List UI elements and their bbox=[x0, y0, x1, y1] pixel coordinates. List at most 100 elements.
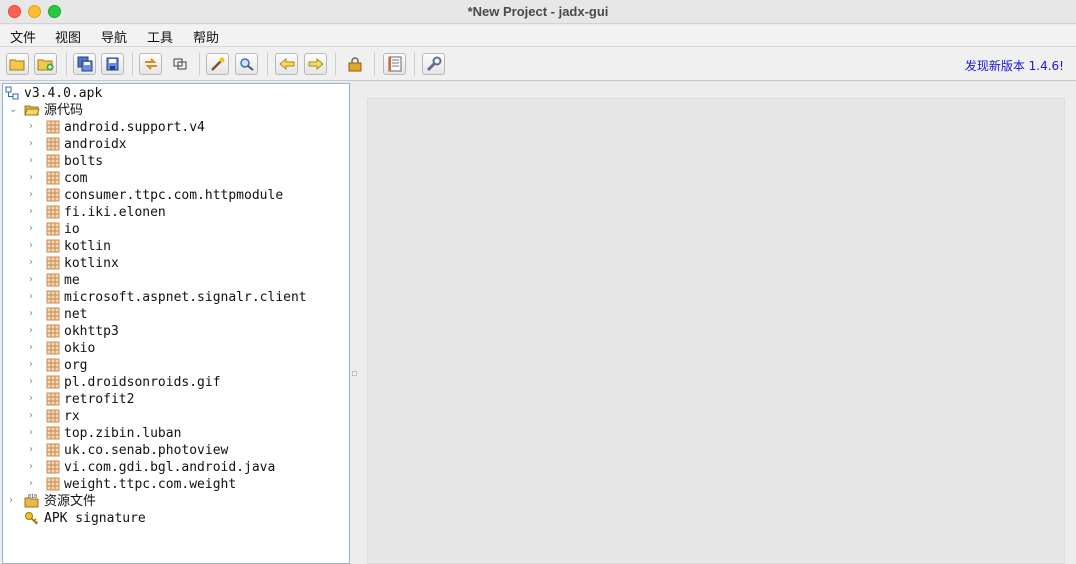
export-button[interactable] bbox=[101, 53, 124, 75]
tree-package-node[interactable]: › okio bbox=[3, 340, 349, 357]
tree-node-label: uk.co.senab.photoview bbox=[64, 443, 229, 458]
expand-chevron-icon[interactable]: › bbox=[29, 172, 39, 184]
tree-node-label: com bbox=[64, 171, 88, 186]
tree-node-label: me bbox=[64, 273, 80, 288]
package-icon bbox=[46, 239, 60, 253]
expand-chevron-icon[interactable]: › bbox=[29, 291, 39, 303]
tree-node-sources[interactable]: ⌄ 源代码 bbox=[3, 102, 349, 119]
menu-view[interactable]: 视图 bbox=[55, 27, 81, 46]
tree-node-label: bolts bbox=[64, 154, 104, 169]
split-pane-divider[interactable] bbox=[350, 83, 360, 564]
tree-node-label: pl.droidsonroids.gif bbox=[64, 375, 221, 390]
tree-package-node[interactable]: › androidx bbox=[3, 136, 349, 153]
back-icon bbox=[279, 57, 295, 71]
expand-chevron-icon[interactable]: › bbox=[29, 325, 39, 337]
package-icon bbox=[46, 120, 60, 134]
flatten-packages-button[interactable] bbox=[168, 53, 191, 75]
package-icon bbox=[46, 171, 60, 185]
tree-node-label: consumer.ttpc.com.httpmodule bbox=[64, 188, 284, 203]
expand-chevron-icon[interactable]: › bbox=[29, 155, 39, 167]
package-icon bbox=[46, 324, 60, 338]
tree-package-node[interactable]: › me bbox=[3, 272, 349, 289]
sync-button[interactable] bbox=[139, 53, 162, 75]
open-file-button[interactable] bbox=[6, 53, 29, 75]
expand-chevron-icon[interactable]: › bbox=[29, 223, 39, 235]
tree-package-node[interactable]: › kotlin bbox=[3, 238, 349, 255]
tree-node-resources[interactable]: › 010 资源文件 bbox=[3, 493, 349, 510]
tree-package-node[interactable]: › vi.com.gdi.bgl.android.java bbox=[3, 459, 349, 476]
tree-package-node[interactable]: › microsoft.aspnet.signalr.client bbox=[3, 289, 349, 306]
expand-chevron-icon[interactable]: › bbox=[29, 393, 39, 405]
menu-help[interactable]: 帮助 bbox=[193, 27, 219, 46]
tree-package-node[interactable]: › kotlinx bbox=[3, 255, 349, 272]
tree-node-apk-signature[interactable]: APK signature bbox=[3, 510, 349, 527]
tree-package-node[interactable]: › net bbox=[3, 306, 349, 323]
preferences-icon bbox=[426, 56, 442, 72]
log-viewer-button[interactable] bbox=[383, 53, 406, 75]
save-all-button[interactable] bbox=[73, 53, 96, 75]
expand-chevron-icon[interactable]: › bbox=[29, 410, 39, 422]
expand-chevron-icon[interactable]: › bbox=[29, 308, 39, 320]
tree-package-node[interactable]: › weight.ttpc.com.weight bbox=[3, 476, 349, 493]
deobfuscation-button[interactable] bbox=[343, 53, 366, 75]
tree-package-node[interactable]: › consumer.ttpc.com.httpmodule bbox=[3, 187, 349, 204]
expand-chevron-icon[interactable]: › bbox=[29, 257, 39, 269]
expand-chevron-icon[interactable]: › bbox=[29, 342, 39, 354]
decompile-all-icon bbox=[211, 57, 225, 71]
package-icon bbox=[46, 460, 60, 474]
collapse-chevron-icon[interactable]: ⌄ bbox=[9, 104, 19, 116]
tree-package-node[interactable]: › fi.iki.elonen bbox=[3, 204, 349, 221]
decompile-all-button[interactable] bbox=[206, 53, 229, 75]
tree-package-node[interactable]: › org bbox=[3, 357, 349, 374]
tree-node-label: io bbox=[64, 222, 80, 237]
tree-root-apk[interactable]: v3.4.0.apk bbox=[3, 85, 349, 102]
search-button[interactable] bbox=[235, 53, 258, 75]
tree-package-node[interactable]: › io bbox=[3, 221, 349, 238]
expand-chevron-icon[interactable]: › bbox=[29, 240, 39, 252]
tree-package-node[interactable]: › top.zibin.luban bbox=[3, 425, 349, 442]
preferences-button[interactable] bbox=[422, 53, 445, 75]
toolbar: 发现新版本 1.4.6! bbox=[0, 47, 1076, 81]
expand-chevron-icon[interactable]: › bbox=[29, 461, 39, 473]
key-icon bbox=[24, 511, 39, 525]
tree-package-node[interactable]: › retrofit2 bbox=[3, 391, 349, 408]
expand-chevron-icon[interactable]: › bbox=[9, 495, 19, 507]
expand-chevron-icon[interactable]: › bbox=[29, 478, 39, 490]
update-available-link[interactable]: 发现新版本 1.4.6! bbox=[965, 57, 1064, 74]
expand-chevron-icon[interactable]: › bbox=[29, 444, 39, 456]
expand-chevron-icon[interactable]: › bbox=[29, 376, 39, 388]
tree-node-label: top.zibin.luban bbox=[64, 426, 182, 441]
expand-chevron-icon[interactable]: › bbox=[29, 274, 39, 286]
log-viewer-icon bbox=[388, 56, 402, 72]
expand-chevron-icon[interactable]: › bbox=[29, 138, 39, 150]
add-files-button[interactable] bbox=[34, 53, 57, 75]
tree-package-node[interactable]: › uk.co.senab.photoview bbox=[3, 442, 349, 459]
tree-package-node[interactable]: › com bbox=[3, 170, 349, 187]
save-all-icon bbox=[77, 56, 93, 72]
flatten-packages-icon bbox=[173, 58, 187, 70]
package-icon bbox=[46, 443, 60, 457]
splitter-handle[interactable] bbox=[352, 371, 357, 376]
tree-package-node[interactable]: › pl.droidsonroids.gif bbox=[3, 374, 349, 391]
editor-empty-pane bbox=[367, 98, 1065, 564]
expand-chevron-icon[interactable]: › bbox=[29, 121, 39, 133]
expand-chevron-icon[interactable]: › bbox=[29, 427, 39, 439]
forward-button[interactable] bbox=[304, 53, 327, 75]
add-files-icon bbox=[37, 59, 54, 71]
menu-tools[interactable]: 工具 bbox=[147, 27, 173, 46]
tree-package-node[interactable]: › okhttp3 bbox=[3, 323, 349, 340]
expand-chevron-icon[interactable]: › bbox=[29, 359, 39, 371]
menu-file[interactable]: 文件 bbox=[10, 27, 36, 46]
title-bar: *New Project - jadx-gui bbox=[0, 0, 1076, 24]
expand-chevron-icon[interactable]: › bbox=[29, 206, 39, 218]
tree-node-label: vi.com.gdi.bgl.android.java bbox=[64, 460, 276, 475]
tree-node-label: okhttp3 bbox=[64, 324, 119, 339]
tree-package-node[interactable]: › android.support.v4 bbox=[3, 119, 349, 136]
package-icon bbox=[46, 409, 60, 423]
menu-navigation[interactable]: 导航 bbox=[101, 27, 127, 46]
tree-package-node[interactable]: › bolts bbox=[3, 153, 349, 170]
tree-package-node[interactable]: › rx bbox=[3, 408, 349, 425]
expand-chevron-icon[interactable]: › bbox=[29, 189, 39, 201]
back-button[interactable] bbox=[275, 53, 298, 75]
export-icon bbox=[106, 57, 119, 71]
